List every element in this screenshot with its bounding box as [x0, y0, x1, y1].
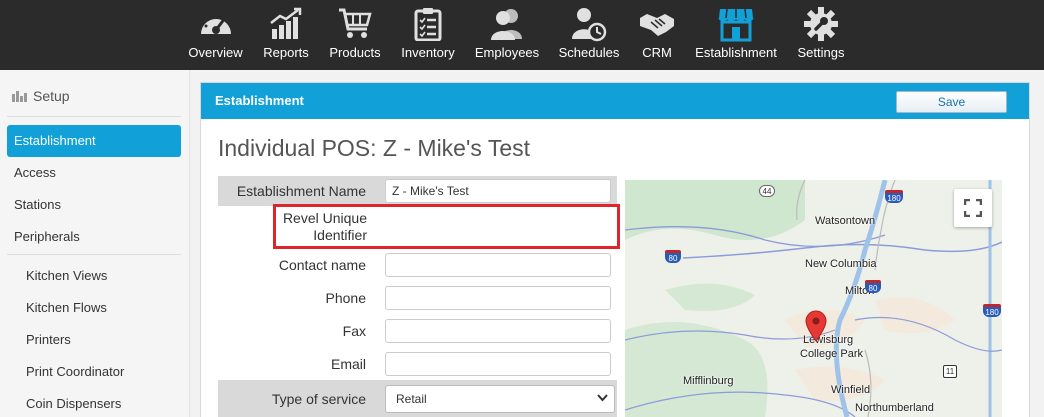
map-label-northumberland: Northumberland: [855, 402, 934, 414]
map-terrain: [625, 180, 1002, 417]
form-row-type-of-service: Type of service Retail: [218, 380, 617, 417]
route-shield-44: 44: [759, 185, 775, 197]
nav-label: CRM: [642, 45, 672, 60]
fax-input[interactable]: [385, 319, 611, 343]
nav-label: Establishment: [695, 45, 777, 60]
form-row-fax: Fax: [218, 316, 618, 346]
establishment-name-label: Establishment Name: [218, 176, 380, 206]
person-clock-icon: [570, 5, 608, 43]
fax-label: Fax: [342, 323, 366, 339]
panel-header: Establishment Save: [201, 83, 1029, 119]
nav-reports[interactable]: Reports: [260, 0, 312, 70]
nav-overview[interactable]: Overview: [187, 0, 244, 70]
contact-name-label: Contact name: [278, 257, 366, 273]
establishment-name-input[interactable]: Z - Mike's Test: [385, 179, 611, 203]
clipboard-icon: [409, 5, 447, 43]
sidebar-heading-label: Setup: [33, 88, 70, 104]
fullscreen-icon: [964, 199, 982, 217]
handshake-icon: [638, 5, 676, 43]
nav-label: Reports: [263, 45, 309, 60]
save-button[interactable]: Save: [896, 91, 1007, 113]
form-row-contact-name: Contact name: [218, 250, 618, 280]
nav-label: Settings: [797, 45, 845, 60]
sidebar-item-kitchen-views[interactable]: Kitchen Views: [7, 260, 181, 292]
form-row-phone: Phone: [218, 283, 618, 313]
email-input[interactable]: [385, 352, 611, 376]
interstate-shield-180: 180: [983, 304, 1001, 317]
divider: [7, 254, 181, 255]
highlight-annotation: [273, 204, 620, 249]
map-label-winfield: Winfield: [831, 384, 871, 396]
map-label-mifflinburg: Mifflinburg: [683, 375, 734, 387]
interstate-shield-180: 180: [885, 190, 903, 203]
email-label: Email: [330, 356, 366, 372]
speedometer-icon: [197, 5, 235, 43]
nav-settings[interactable]: Settings: [795, 0, 847, 70]
interstate-shield-80: 80: [865, 280, 881, 293]
form-row-email: Email: [218, 349, 618, 379]
location-map[interactable]: Watsontown New Columbia Milton Lewisburg…: [625, 180, 1002, 417]
gear-icon: [802, 5, 840, 43]
sidebar-item-access[interactable]: Access: [7, 157, 181, 189]
nav-label: Inventory: [401, 45, 455, 60]
sidebar-item-peripherals[interactable]: Peripherals: [7, 221, 181, 253]
phone-label: Phone: [325, 290, 366, 306]
panel-title: Establishment: [215, 93, 304, 108]
sidebar-item-kitchen-flows[interactable]: Kitchen Flows: [7, 292, 181, 324]
location-pin-icon[interactable]: [805, 310, 827, 342]
nav-employees[interactable]: Employees: [473, 0, 541, 70]
nav-schedules[interactable]: Schedules: [557, 0, 621, 70]
fullscreen-button[interactable]: [954, 189, 992, 227]
nav-label: Overview: [188, 45, 243, 60]
sidebar-item-stations[interactable]: Stations: [7, 189, 181, 221]
type-of-service-label: Type of service: [218, 380, 380, 417]
route-shield-11: 11: [943, 365, 957, 378]
nav-establishment[interactable]: Establishment: [692, 0, 780, 70]
nav-crm[interactable]: CRM: [637, 0, 677, 70]
nav-products[interactable]: Products: [327, 0, 383, 70]
page-title: Individual POS: Z - Mike's Test: [218, 135, 531, 161]
map-label-new-columbia: New Columbia: [805, 258, 877, 270]
interstate-shield-80: 80: [665, 250, 681, 263]
bar-chart-icon: [12, 90, 27, 102]
bar-chart-icon: [267, 5, 305, 43]
map-label-college-park: College Park: [800, 348, 863, 360]
phone-input[interactable]: [385, 286, 611, 310]
sidebar-item-printers[interactable]: Printers: [7, 324, 181, 356]
shopping-cart-icon: [336, 5, 374, 43]
sidebar-item-coin-dispensers[interactable]: Coin Dispensers: [7, 388, 181, 417]
sidebar: Setup Establishment Access Stations Peri…: [0, 70, 190, 417]
divider: [7, 116, 181, 117]
nav-label: Products: [329, 45, 381, 60]
chevron-down-icon: [597, 394, 608, 402]
top-navigation: Overview Reports Products Inventory Empl…: [0, 0, 1044, 70]
nav-label: Schedules: [558, 45, 620, 60]
type-of-service-value: Retail: [396, 392, 427, 406]
nav-label: Employees: [474, 45, 540, 60]
storefront-icon: [717, 5, 755, 43]
sidebar-item-print-coordinator[interactable]: Print Coordinator: [7, 356, 181, 388]
sidebar-heading: Setup: [12, 88, 70, 104]
type-of-service-select[interactable]: Retail: [385, 385, 615, 413]
sidebar-item-establishment[interactable]: Establishment: [7, 125, 181, 157]
map-label-watsontown: Watsontown: [815, 215, 876, 227]
nav-inventory[interactable]: Inventory: [399, 0, 457, 70]
form-row-establishment-name: Establishment Name Z - Mike's Test: [218, 176, 617, 206]
contact-name-input[interactable]: [385, 253, 611, 277]
people-icon: [488, 5, 526, 43]
